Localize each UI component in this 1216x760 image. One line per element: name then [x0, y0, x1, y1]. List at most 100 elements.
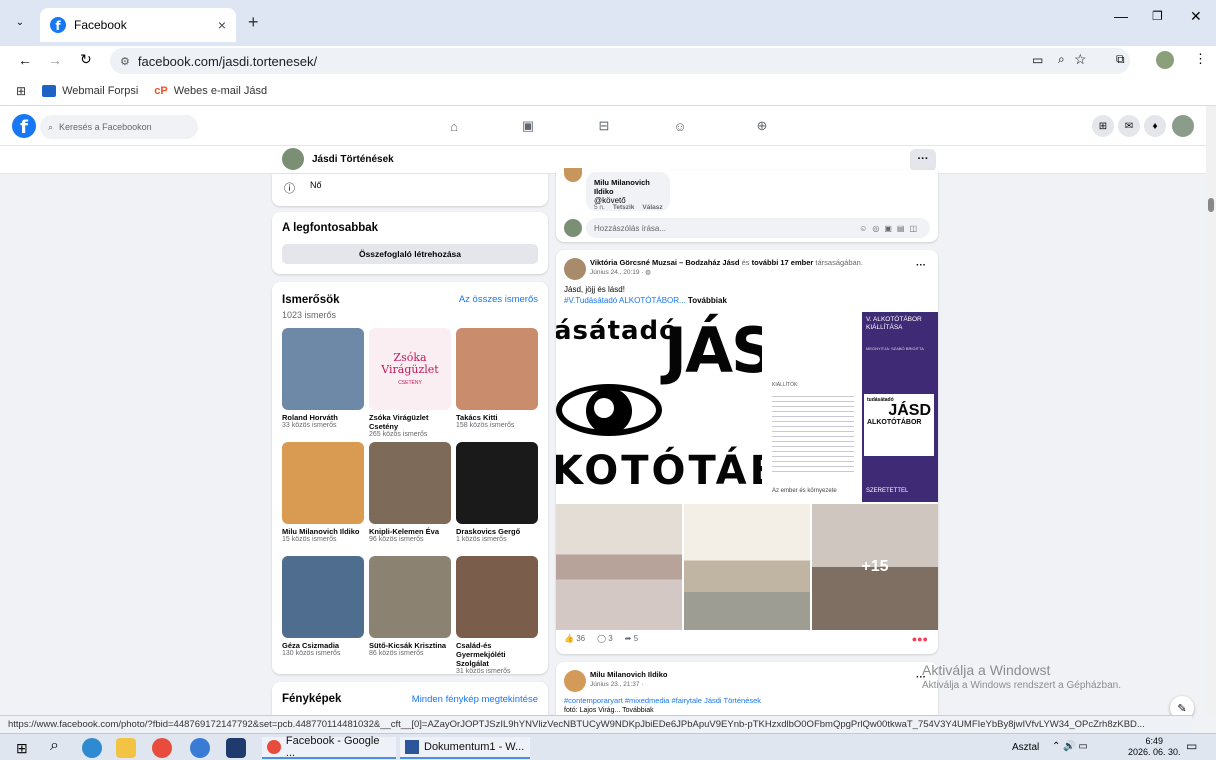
tab-facebook[interactable]: f Facebook ×: [40, 8, 236, 42]
friend-tile[interactable]: Milu Milanovich Ildiko 15 közös ismerős: [282, 442, 364, 544]
friend-name[interactable]: Knipli-Kelemen Éva: [369, 527, 451, 536]
friend-photo[interactable]: [456, 328, 538, 410]
page-scrollbar[interactable]: [1206, 106, 1216, 715]
post2-tags[interactable]: #contemporaryart #mixedmedia #fairytale …: [564, 696, 761, 705]
taskbar-search-icon[interactable]: ⌕: [50, 737, 59, 755]
friend-name[interactable]: Milu Milanovich Ildiko: [282, 527, 364, 536]
home-icon[interactable]: ⌂: [444, 116, 464, 136]
friend-tile[interactable]: Roland Horváth 33 közös ismerős: [282, 328, 364, 430]
post-photo-3[interactable]: +15: [812, 504, 938, 630]
write-comment-input[interactable]: Hozzászólás írása... ☺◎▣▤◫: [586, 218, 930, 238]
comment-author[interactable]: Milu Milanovich Ildiko: [594, 178, 662, 196]
post2-author-avatar[interactable]: [564, 670, 586, 692]
tray-icons[interactable]: ⌃ 🔊 ▭: [1052, 741, 1088, 752]
commenter-avatar[interactable]: [564, 168, 582, 182]
friend-photo[interactable]: [369, 556, 451, 638]
friend-name[interactable]: Család-és Gyermekjóléti Szolgálat: [456, 641, 538, 668]
new-tab-button[interactable]: +: [248, 12, 259, 33]
tab-close-icon[interactable]: ×: [218, 17, 226, 33]
friend-tile[interactable]: Sütő-Kicsák Krisztina 86 közös ismerős: [369, 556, 451, 658]
clock[interactable]: 6:49 2026. 06. 30.: [1128, 736, 1181, 758]
scrollbar-thumb[interactable]: [1208, 198, 1214, 212]
friend-photo[interactable]: [282, 556, 364, 638]
friend-name[interactable]: Roland Horváth: [282, 413, 364, 422]
friend-name[interactable]: Géza Csizmadia: [282, 641, 364, 650]
bookmark-webmail-forpsi[interactable]: Webmail Forpsi: [62, 85, 138, 97]
shares-stat[interactable]: ➦ 5: [625, 634, 638, 643]
gaming-icon[interactable]: ⊕: [752, 116, 772, 136]
desktop-label[interactable]: Asztal: [1012, 742, 1039, 753]
see-all-photos-link[interactable]: Minden fénykép megtekintése: [412, 694, 538, 705]
friend-tile[interactable]: Takács Kitti 158 közös ismerős: [456, 328, 538, 430]
friend-tile[interactable]: Knipli-Kelemen Éva 96 közös ismerős: [369, 442, 451, 544]
messenger-icon[interactable]: ✉: [1118, 115, 1140, 137]
tab-search-button[interactable]: ⌄: [10, 12, 30, 32]
friend-name[interactable]: Zsóka Virágüzlet Csetény: [369, 413, 451, 431]
extensions-icon[interactable]: ⧉: [1116, 52, 1125, 67]
app-dark-icon[interactable]: [226, 738, 246, 758]
edge-icon[interactable]: [82, 738, 102, 758]
url-field[interactable]: ⚙ facebook.com/jasdi.tortenesek/: [110, 48, 1130, 74]
page-avatar[interactable]: [282, 148, 304, 170]
browser-menu-icon[interactable]: ⋮: [1194, 51, 1207, 67]
post-photo-1[interactable]: [556, 504, 682, 630]
video-icon[interactable]: ▣: [518, 116, 538, 136]
post-author-avatar[interactable]: [564, 258, 586, 280]
marketplace-icon[interactable]: ⊟: [594, 116, 614, 136]
post2-date[interactable]: Június 23., 21:37 ·: [590, 681, 643, 688]
friend-photo[interactable]: Zsóka Virágüzlet CSETÉNY: [369, 328, 451, 410]
post-hashtag-link[interactable]: #V.Tudásátadó ALKOTÓTÁBOR...: [564, 296, 688, 305]
apps-grid-icon[interactable]: ⊞: [16, 84, 26, 98]
zoom-icon[interactable]: ⌕: [1058, 52, 1065, 67]
post-others-link[interactable]: további 17 ember: [752, 258, 814, 267]
minimize-button[interactable]: —: [1114, 8, 1128, 24]
windows-start-icon[interactable]: ⊞: [16, 740, 28, 757]
notification-center-icon[interactable]: ▭: [1186, 739, 1197, 753]
post-date[interactable]: Június 24., 20:19 ·: [590, 269, 645, 276]
friend-name[interactable]: Takács Kitti: [456, 413, 538, 422]
comments-stat[interactable]: ◯ 3: [597, 634, 613, 643]
bookmark-star-icon[interactable]: ☆: [1074, 51, 1087, 68]
friend-name[interactable]: Draskovics Gergő: [456, 527, 538, 536]
install-icon[interactable]: ▭: [1032, 53, 1043, 67]
friend-name[interactable]: Sütő-Kicsák Krisztina: [369, 641, 451, 650]
account-avatar[interactable]: [1172, 115, 1194, 137]
restore-button[interactable]: ❐: [1152, 9, 1163, 23]
friend-tile[interactable]: Géza Csizmadia 130 közös ismerős: [282, 556, 364, 658]
facebook-search-input[interactable]: ⌕ Keresés a Facebookon: [40, 115, 198, 139]
menu-grid-icon[interactable]: ⊞: [1092, 115, 1114, 137]
friend-photo[interactable]: [282, 442, 364, 524]
create-summary-button[interactable]: Összefoglaló létrehozása: [282, 244, 538, 264]
friend-photo[interactable]: [369, 442, 451, 524]
reactions-icons[interactable]: ●●●: [912, 634, 928, 644]
friend-tile[interactable]: Draskovics Gergő 1 közös ismerős: [456, 442, 538, 544]
post-author[interactable]: Viktória Görcsné Muzsai: [590, 258, 677, 267]
notifications-icon[interactable]: ♦: [1144, 115, 1166, 137]
bookmark-webes-email[interactable]: Webes e-mail Jásd: [174, 85, 267, 97]
file-explorer-icon[interactable]: [116, 738, 136, 758]
profile-avatar-icon[interactable]: [1156, 51, 1174, 69]
page-title[interactable]: Jásdi Történések: [312, 154, 394, 165]
comment-reply-link[interactable]: Válasz: [642, 204, 662, 211]
friend-tile[interactable]: Család-és Gyermekjóléti Szolgálat 31 közö…: [456, 556, 538, 676]
close-window-button[interactable]: ✕: [1190, 8, 1202, 25]
friend-photo[interactable]: [456, 442, 538, 524]
page-more-button[interactable]: ···: [910, 149, 936, 171]
post-more-button[interactable]: ···: [916, 260, 926, 271]
facebook-logo-icon[interactable]: f: [12, 114, 36, 138]
post-image-poster-right[interactable]: V. ALKOTÓTÁBOR KIÁLLÍTÁSA MEGNYITJA: SZA…: [764, 312, 938, 502]
see-all-friends-link[interactable]: Az összes ismerős: [459, 294, 538, 305]
friend-photo[interactable]: [282, 328, 364, 410]
friend-photo[interactable]: [456, 556, 538, 638]
taskbar-chrome-app[interactable]: Facebook - Google ...: [262, 735, 396, 759]
forward-icon[interactable]: →: [48, 52, 62, 68]
post-more-link[interactable]: Továbbiak: [688, 296, 727, 305]
post-photo-2[interactable]: [684, 504, 810, 630]
likes-stat[interactable]: 👍 36: [564, 634, 585, 643]
reload-icon[interactable]: ↻: [80, 51, 92, 68]
app-blue-icon[interactable]: [190, 738, 210, 758]
chrome-icon[interactable]: [152, 738, 172, 758]
comment-like-link[interactable]: Tetszik: [613, 204, 635, 211]
back-icon[interactable]: ←: [18, 52, 32, 68]
friend-tile[interactable]: Zsóka Virágüzlet CSETÉNY Zsóka Virágüzlet …: [369, 328, 451, 439]
